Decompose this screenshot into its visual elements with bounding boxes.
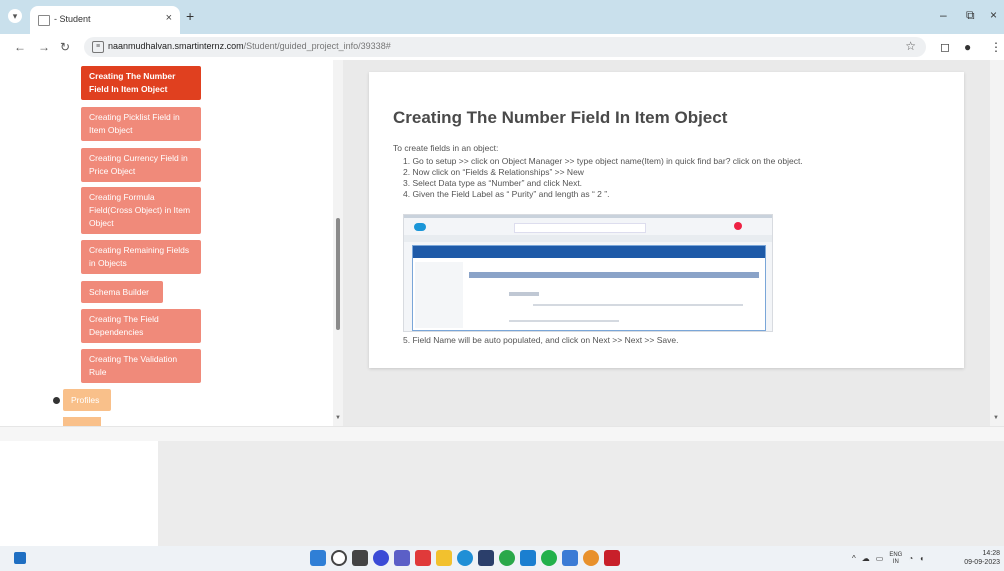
reload-icon[interactable]: ↻ [60,40,70,54]
screenshot-panel-header [413,246,765,258]
url-path: /Student/guided_project_info/39338# [243,41,391,51]
system-tray: ^ ☁ ▭ ENG IN ◔ ◖ [852,550,924,567]
web-page: Creating The Number Field In Item Object… [0,60,1004,442]
profile-icon[interactable]: ● [964,40,971,54]
salesforce-screenshot-image [403,214,773,332]
browser-tab-strip: ▾ - Student × + – ⧉ × [0,0,1004,34]
sidebar-item-profiles[interactable]: Profiles [63,389,111,411]
close-window-button[interactable]: × [990,8,997,22]
region-code: IN [892,558,899,565]
screenshot-field-line [533,304,743,306]
whatsapp-icon[interactable] [541,550,557,566]
screenshot-panel [412,245,766,331]
instruction-step: 2. Now click on “Fields & Relationships”… [403,167,584,177]
back-icon[interactable]: ← [14,40,26,54]
sidebar-item-partial[interactable] [63,417,101,426]
language-code: ENG [889,551,903,558]
photos-icon[interactable] [562,550,578,566]
browser-toolbar: ← → ↻ ≡ naanmudhalvan.smartinternz.com/S… [0,34,1004,60]
url-text: naanmudhalvan.smartinternz.com/Student/g… [108,41,391,51]
task-view-icon[interactable] [352,550,368,566]
sidebar-step-number-field[interactable]: Creating The Number Field In Item Object [81,66,201,100]
page-footer-area [0,441,1004,546]
profiles-bullet-icon [53,397,60,404]
windows-taskbar: ^ ☁ ▭ ENG IN ◔ ◖ 14:28 09-09-2023 [0,546,1004,571]
minimize-button[interactable]: – [940,8,947,22]
content-scrollbar[interactable] [990,60,1004,426]
teams-icon[interactable] [394,550,410,566]
page-icon [38,15,50,26]
site-info-icon[interactable]: ≡ [92,41,104,53]
display-icon[interactable]: ▭ [876,554,884,563]
volume-icon[interactable]: ◖ [919,554,924,563]
new-tab-button[interactable]: + [186,9,194,23]
system-clock[interactable]: 14:28 09-09-2023 [962,549,1000,567]
url-host: naanmudhalvan.smartinternz.com [108,41,244,51]
sidebar-scroll-thumb[interactable] [336,218,340,330]
file-explorer-icon[interactable] [436,550,452,566]
sidebar-step-currency-field[interactable]: Creating Currency Field in Price Object [81,148,201,182]
screenshot-search-box [514,223,646,233]
scroll-down-arrow-icon[interactable]: ▼ [335,415,341,421]
restore-button[interactable]: ⧉ [966,8,975,23]
screenshot-section-bar [469,272,759,278]
clock-time: 14:28 [982,550,1000,557]
footer-panel [158,441,1004,546]
menu-icon[interactable]: ⋮ [990,40,1002,54]
screenshot-avatar-icon [734,222,742,230]
page-title: Creating The Number Field In Item Object [393,108,728,127]
sidebar-step-schema-builder[interactable]: Schema Builder [81,281,163,303]
sidebar-step-field-dependencies[interactable]: Creating The Field Dependencies [81,309,201,343]
intro-text: To create fields in an object: [393,143,499,153]
sidebar-step-picklist-field[interactable]: Creating Picklist Field in Item Object [81,107,201,141]
instruction-list: 1. Go to setup >> click on Object Manage… [403,156,803,200]
tab-search-icon[interactable]: ▾ [8,9,22,23]
instruction-step: 3. Select Data type as “Number” and clic… [403,178,583,188]
bookmark-star-icon[interactable]: ☆ [905,39,916,53]
pdf-reader-icon[interactable] [604,550,620,566]
instruction-step: 4. Given the Field Label as “ Purity” an… [403,189,610,199]
store-icon[interactable] [478,550,494,566]
chrome-alt-icon[interactable] [583,550,599,566]
extensions-icon[interactable]: ◻ [940,40,950,54]
screenshot-left-menu [415,262,463,328]
screenshot-field-line [509,292,539,296]
salesforce-cloud-icon [414,223,426,231]
forward-icon[interactable]: → [38,40,50,54]
start-icon[interactable] [310,550,326,566]
search-icon[interactable] [331,550,347,566]
sidebar-step-validation-rule[interactable]: Creating The Validation Rule [81,349,201,383]
instruction-step-final: 5. Field Name will be auto populated, an… [403,335,679,345]
screenshot-nav-bar [404,235,772,242]
tab-title: - Student [54,14,91,24]
sidebar-step-remaining-fields[interactable]: Creating Remaining Fields in Objects [81,240,201,274]
vscode-icon[interactable] [520,550,536,566]
instruction-step: 1. Go to setup >> click on Object Manage… [403,156,803,166]
cloud-icon[interactable]: ☁ [862,554,870,563]
language-indicator[interactable]: ENG IN [889,552,902,566]
screenshot-header-band [404,215,772,218]
close-tab-icon[interactable]: × [166,12,172,24]
wifi-icon[interactable]: ◔ [908,554,913,563]
content-card: Creating The Number Field In Item Object… [369,72,964,368]
scroll-down-arrow-icon[interactable]: ▼ [993,415,999,421]
main-content-area: Creating The Number Field In Item Object… [343,60,990,426]
screenshot-field-line [509,320,619,322]
browser-tab[interactable]: - Student × [30,6,180,34]
chat-icon[interactable] [373,550,389,566]
edge-icon[interactable] [457,550,473,566]
clock-date: 09-09-2023 [964,559,1000,566]
widgets-icon[interactable] [14,552,26,564]
taskbar-apps [310,550,620,567]
show-hidden-icons-icon[interactable]: ^ [852,554,856,563]
app-icon[interactable] [415,550,431,566]
chrome-icon[interactable] [499,550,515,566]
sidebar-step-formula-field[interactable]: Creating Formula Field(Cross Object) in … [81,187,201,234]
horizontal-scrollbar[interactable] [0,426,1004,442]
address-bar[interactable]: ≡ naanmudhalvan.smartinternz.com/Student… [84,37,926,57]
project-steps-sidebar: Creating The Number Field In Item Object… [0,60,343,426]
